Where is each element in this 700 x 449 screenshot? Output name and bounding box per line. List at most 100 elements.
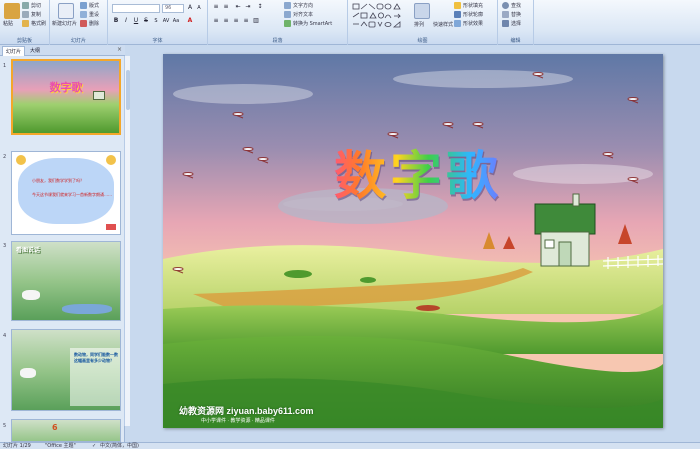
paragraph-group: ≡ ≡ ⇤ ⇥ ↕ ≡ ≡ ≡ ≡ ▥ 文字方向 对齐文本 转换为 SmartA… (208, 0, 348, 45)
arrange-label: 排列 (414, 22, 425, 28)
smartart-icon (284, 20, 291, 27)
thumb-text: 数动物，同学们能数一数这幅画里有多少动物？ (74, 352, 118, 363)
change-case-icon[interactable]: Aa (172, 17, 180, 25)
pane-tabs: 幻灯片 大纲 × (0, 45, 125, 56)
align-right-icon[interactable]: ≡ (232, 17, 240, 25)
tab-slides-label: 幻灯片 (6, 49, 22, 55)
layout-label: 版式 (89, 3, 100, 9)
tab-outline[interactable]: 大纲 (27, 46, 43, 56)
underline-icon[interactable]: U (132, 17, 140, 25)
arrange-button[interactable]: 排列 (414, 21, 424, 28)
numbering-icon[interactable]: ≡ (222, 3, 230, 11)
theme-name-text: "Office 主题" (45, 443, 76, 449)
nav-button-icon (106, 224, 116, 230)
scroll-thumb[interactable] (126, 70, 130, 110)
justify-icon[interactable]: ≡ (242, 17, 250, 25)
convert-smartart-button[interactable]: 转换为 SmartArt (284, 20, 332, 27)
paste-button[interactable]: 粘贴 (3, 20, 13, 27)
house-illustration (534, 193, 596, 267)
layout-button[interactable]: 版式 (80, 2, 99, 9)
slides-group: 新建幻灯片 版式 重设 删除 幻灯片 (50, 0, 108, 45)
slide-thumbnail-2[interactable]: 小朋友，我们数学学到了吗？ 今天这节课我们就来学习一首新数字朗诵…… (11, 151, 121, 235)
replace-button[interactable]: 替换 (502, 11, 521, 18)
slide-canvas[interactable]: 数字歌 幼教资源网 ziyuan.baby611.com 中小学课件 · 教学资… (163, 54, 663, 428)
reset-icon (80, 11, 87, 18)
slide-position-text: 幻灯片 1/29 (3, 443, 31, 449)
align-left-icon[interactable]: ≡ (212, 17, 220, 25)
italic-icon[interactable]: I (122, 17, 130, 25)
slide-thumbnail-1[interactable]: 数字歌 (11, 59, 121, 135)
cut-label: 剪切 (31, 3, 42, 9)
increase-indent-icon[interactable]: ⇥ (244, 3, 252, 11)
strikethrough-icon[interactable]: S (142, 17, 150, 25)
thumb-text: 小朋友，我们数学学到了吗？ (32, 178, 84, 183)
grow-font-icon[interactable]: A (186, 4, 194, 12)
thumb-number: 4 (3, 333, 7, 339)
paragraph-group-label: 段落 (272, 38, 283, 44)
bold-icon[interactable]: B (112, 17, 120, 25)
paste-icon (4, 3, 20, 19)
copy-button[interactable]: 复制 (22, 11, 41, 18)
new-slide-button[interactable]: 新建幻灯片 (52, 20, 77, 27)
shape-effects-button[interactable]: 形状效果 (454, 20, 483, 27)
spellcheck-icon[interactable]: ✓ (92, 443, 96, 449)
format-painter-button[interactable]: 格式刷 (22, 20, 46, 27)
editing-group-label: 编辑 (510, 38, 521, 44)
pond-shape (62, 304, 112, 314)
quick-styles-button[interactable]: 快速样式 (433, 21, 453, 28)
shrink-font-icon[interactable]: A (195, 4, 203, 12)
convert-smartart-label: 转换为 SmartArt (293, 21, 333, 27)
shape-fill-button[interactable]: 形状填充 (454, 2, 483, 9)
text-direction-button[interactable]: 文字方向 (284, 2, 313, 9)
editing-group: 查找 替换 选择 编辑 (498, 0, 534, 45)
bee-icon (106, 155, 116, 165)
close-icon[interactable]: × (117, 46, 122, 53)
decrease-indent-icon[interactable]: ⇤ (234, 3, 242, 11)
thumb-number: 1 (3, 63, 7, 69)
select-button[interactable]: 选择 (502, 20, 521, 27)
font-size-value: 96 (165, 5, 172, 11)
replace-label: 替换 (511, 12, 522, 18)
font-group: 96 A A B I U S S AV Aa A 字体 (108, 0, 208, 45)
shapes-gallery[interactable] (352, 3, 407, 29)
drawing-group-label: 绘图 (417, 38, 428, 44)
bullets-icon[interactable]: ≡ (212, 3, 220, 11)
font-color-icon[interactable]: A (186, 17, 194, 25)
thumb-number: 5 (3, 423, 7, 429)
select-label: 选择 (511, 21, 522, 27)
house-icon (93, 91, 105, 100)
binoculars-icon (502, 2, 509, 9)
slide-thumbnail-4[interactable]: 数动物，同学们能数一数这幅画里有多少动物？ (11, 329, 121, 411)
shadow-icon[interactable]: S (152, 17, 160, 25)
align-text-label: 对齐文本 (293, 12, 314, 18)
thumbnail-scrollbar[interactable] (124, 56, 130, 426)
reset-button[interactable]: 重设 (80, 11, 99, 18)
language-text[interactable]: 中文(简体，中国) (100, 443, 139, 449)
delete-icon (80, 20, 87, 27)
effects-icon (454, 20, 461, 27)
char-spacing-icon[interactable]: AV (162, 17, 170, 25)
delete-slide-button[interactable]: 删除 (80, 20, 99, 27)
cow-icon (20, 368, 36, 378)
new-slide-label: 新建幻灯片 (52, 21, 78, 27)
replace-icon (502, 11, 509, 18)
font-size-combo[interactable]: 96 (162, 4, 184, 13)
line-spacing-icon[interactable]: ↕ (256, 3, 264, 11)
tab-slides[interactable]: 幻灯片 (2, 46, 26, 56)
layout-icon (80, 2, 87, 9)
find-button[interactable]: 查找 (502, 2, 521, 9)
align-text-icon (284, 11, 291, 18)
slide-thumbnail-5[interactable]: 6 (11, 419, 121, 442)
new-slide-icon (58, 3, 74, 19)
align-center-icon[interactable]: ≡ (222, 17, 230, 25)
align-text-button[interactable]: 对齐文本 (284, 11, 313, 18)
shape-effects-label: 形状效果 (463, 21, 484, 27)
columns-icon[interactable]: ▥ (252, 17, 260, 25)
cut-button[interactable]: 剪切 (22, 2, 41, 9)
slide-title[interactable]: 数字歌 (313, 146, 523, 208)
delete-label: 删除 (89, 21, 100, 27)
slide-background (163, 54, 663, 428)
shape-outline-button[interactable]: 形状轮廓 (454, 11, 483, 18)
font-name-combo[interactable] (112, 4, 160, 13)
slide-thumbnail-3[interactable]: 看图说话 (11, 241, 121, 321)
